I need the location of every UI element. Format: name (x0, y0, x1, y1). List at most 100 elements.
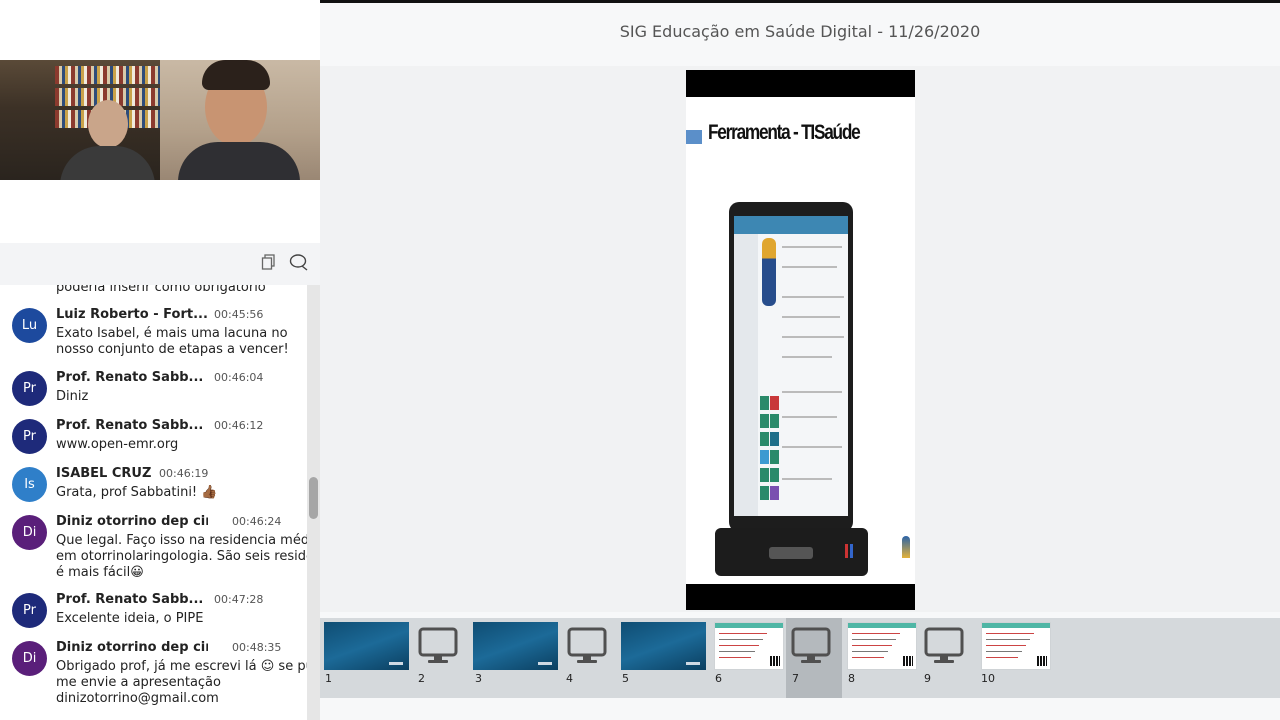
app-tile (760, 396, 769, 410)
top-border (320, 0, 1280, 3)
chat-scrollbar-thumb[interactable] (309, 477, 318, 519)
thumbnail-number: 6 (715, 672, 722, 685)
thumbnail-number: 10 (981, 672, 995, 685)
dock-indicator-icon (845, 544, 853, 558)
message-text: me envie a apresentação (56, 675, 221, 690)
message-timestamp: 00:47:28 (214, 593, 264, 606)
bullet-square-icon (686, 130, 702, 144)
person-hair (202, 60, 270, 90)
thumbnail-text-line (852, 645, 892, 646)
thumbnail-text-line (719, 651, 755, 652)
app-tile (760, 468, 769, 482)
slide-thumbnail[interactable] (324, 622, 409, 670)
thumbnail-text-line (852, 639, 896, 640)
slide-letterbox-bottom (686, 584, 915, 610)
thumbnail-text-line (852, 657, 884, 658)
message-text: é mais fácil😀 (56, 565, 144, 580)
app-line (782, 266, 837, 268)
app-line (782, 356, 832, 358)
thumbnail-number: 8 (848, 672, 855, 685)
bottom-strip (320, 698, 1280, 720)
screen-share-thumbnail-icon[interactable] (418, 626, 458, 666)
app-tile (770, 396, 779, 410)
app-tile (760, 450, 769, 464)
app-line (782, 316, 840, 318)
app-tile (770, 432, 779, 446)
thumbnail-number: 2 (418, 672, 425, 685)
copy-icon[interactable] (258, 253, 280, 275)
app-tile (760, 414, 769, 428)
presentation-area: SIG Educação em Saúde Digital - 11/26/20… (320, 0, 1280, 720)
person-head (88, 100, 128, 148)
screen-share-thumbnail-icon[interactable] (791, 626, 831, 666)
message-author: Prof. Renato Sabb... (56, 592, 204, 607)
thumbnail-text-line (986, 645, 1026, 646)
thumbnail-text-line (719, 639, 763, 640)
person-torso (178, 142, 300, 180)
message-text: dinizotorrino@gmail.com (56, 691, 219, 706)
qr-code-icon (770, 656, 780, 666)
message-timestamp: 00:46:12 (214, 419, 264, 432)
slide-thumbnail[interactable] (981, 622, 1051, 670)
message-timestamp: 00:46:24 (232, 515, 282, 528)
thumbnail-text-line (852, 633, 900, 634)
slide-heading: Ferramenta - TISaúde (708, 121, 861, 144)
avatar: Lu (12, 308, 47, 343)
message-timestamp: 00:48:35 (232, 641, 282, 654)
doctor-figure-icon (762, 238, 776, 306)
slide-thumbnail[interactable] (847, 622, 917, 670)
phone-mockup (729, 202, 853, 532)
left-panel: poderia inserir como obrigatório Lu Luiz … (0, 0, 320, 720)
thumbnail-header (715, 623, 783, 628)
thumbnail-text-line (986, 657, 1018, 658)
slide-thumbnail[interactable] (621, 622, 706, 670)
thumbnail-text-line (719, 645, 759, 646)
avatar: Is (12, 467, 47, 502)
video-tile-participant-1[interactable] (0, 60, 160, 180)
slide-thumbnail[interactable] (473, 622, 558, 670)
avatar: Di (12, 641, 47, 676)
message-author: Prof. Renato Sabb... (56, 418, 204, 433)
screen-share-thumbnail-icon[interactable] (567, 626, 607, 666)
thumbnail-text-line (719, 633, 767, 634)
app-line (782, 416, 837, 418)
chat-message-list[interactable]: poderia inserir como obrigatório Lu Luiz … (0, 285, 307, 720)
message-text: Obrigado prof, já me escrevi lá ☺ se pud… (56, 659, 307, 674)
message-text: Grata, prof Sabbatini! 👍🏾 (56, 485, 218, 500)
slide-thumbnail-bar: 1 2 3 4 5 6 7 8 9 10 (320, 618, 1280, 698)
app-tile (770, 486, 779, 500)
thumbnail-text-line (986, 639, 1030, 640)
thumbnail-number: 3 (475, 672, 482, 685)
slide-thumbnail[interactable] (714, 622, 784, 670)
app-line (782, 446, 842, 448)
message-author: ISABEL CRUZ (56, 466, 152, 481)
bookshelf (55, 66, 160, 84)
thumbnail-text-line (986, 651, 1022, 652)
video-tile-participant-2[interactable] (160, 60, 320, 180)
message-text: www.open-emr.org (56, 437, 179, 452)
avatar: Pr (12, 371, 47, 406)
partial-message-text: poderia inserir como obrigatório (56, 285, 266, 295)
slide-letterbox-top (686, 70, 915, 97)
thumbnail-header (848, 623, 916, 628)
current-slide: Ferramenta - TISaúde (686, 70, 915, 610)
phone-dock (715, 528, 868, 576)
message-text: nosso conjunto de etapas a vencer! (56, 342, 289, 357)
app-line (782, 246, 842, 248)
message-author: Luiz Roberto - Fort... (56, 307, 208, 322)
dock-button (769, 547, 813, 559)
app-tile (770, 414, 779, 428)
qr-code-icon (903, 656, 913, 666)
chat-scrollbar[interactable] (307, 285, 320, 720)
screen-share-thumbnail-icon[interactable] (924, 626, 964, 666)
app-tile (760, 486, 769, 500)
app-tile (760, 432, 769, 446)
app-header-bar (734, 216, 848, 234)
message-text: Que legal. Faço isso na residencia médic… (56, 533, 307, 548)
message-text: Exato Isabel, é mais uma lacuna no (56, 326, 288, 341)
slide-viewport: Ferramenta - TISaúde (320, 66, 1280, 612)
avatar: Pr (12, 593, 47, 628)
meeting-title: SIG Educação em Saúde Digital - 11/26/20… (619, 22, 981, 41)
chat-bubble-icon[interactable] (288, 253, 310, 275)
message-timestamp: 00:46:19 (159, 467, 209, 480)
